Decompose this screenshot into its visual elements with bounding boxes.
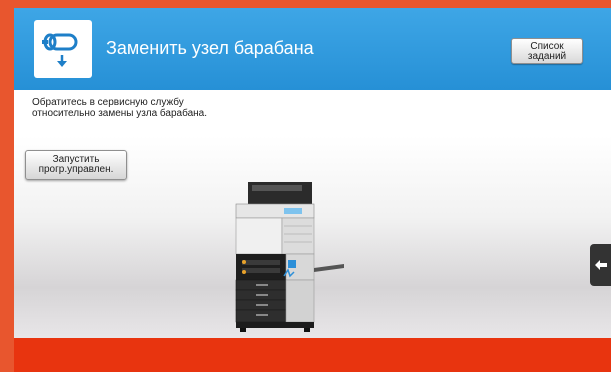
screen: Заменить узел барабана Список заданий Об… — [14, 8, 611, 338]
side-panel-tab[interactable] — [590, 244, 611, 286]
job-list-button-label-2: заданий — [527, 51, 567, 62]
start-remote-control-button[interactable]: Запустить прогр.управлен. — [25, 150, 127, 180]
message-line-1: Обратитесь в сервисную службу — [32, 97, 184, 108]
drum-unit-icon — [34, 20, 92, 78]
remote-button-label-2: прогр.управлен. — [38, 164, 114, 175]
left-border — [0, 0, 14, 372]
message-area: Обратитесь в сервисную службу относитель… — [14, 90, 611, 136]
main-area: Запустить прогр.управлен. — [14, 136, 611, 338]
message-line-2: относительно замены узла барабана. — [32, 108, 208, 119]
mfp-printer-illustration — [232, 180, 362, 338]
arrow-left-icon — [595, 260, 607, 270]
bottom-status-bar — [14, 338, 611, 372]
page-title: Заменить узел барабана — [106, 38, 314, 58]
header-bar: Заменить узел барабана Список заданий — [14, 8, 611, 90]
top-border — [0, 0, 611, 8]
panel-frame: Заменить узел барабана Список заданий Об… — [0, 0, 611, 372]
job-list-button[interactable]: Список заданий — [511, 38, 583, 64]
